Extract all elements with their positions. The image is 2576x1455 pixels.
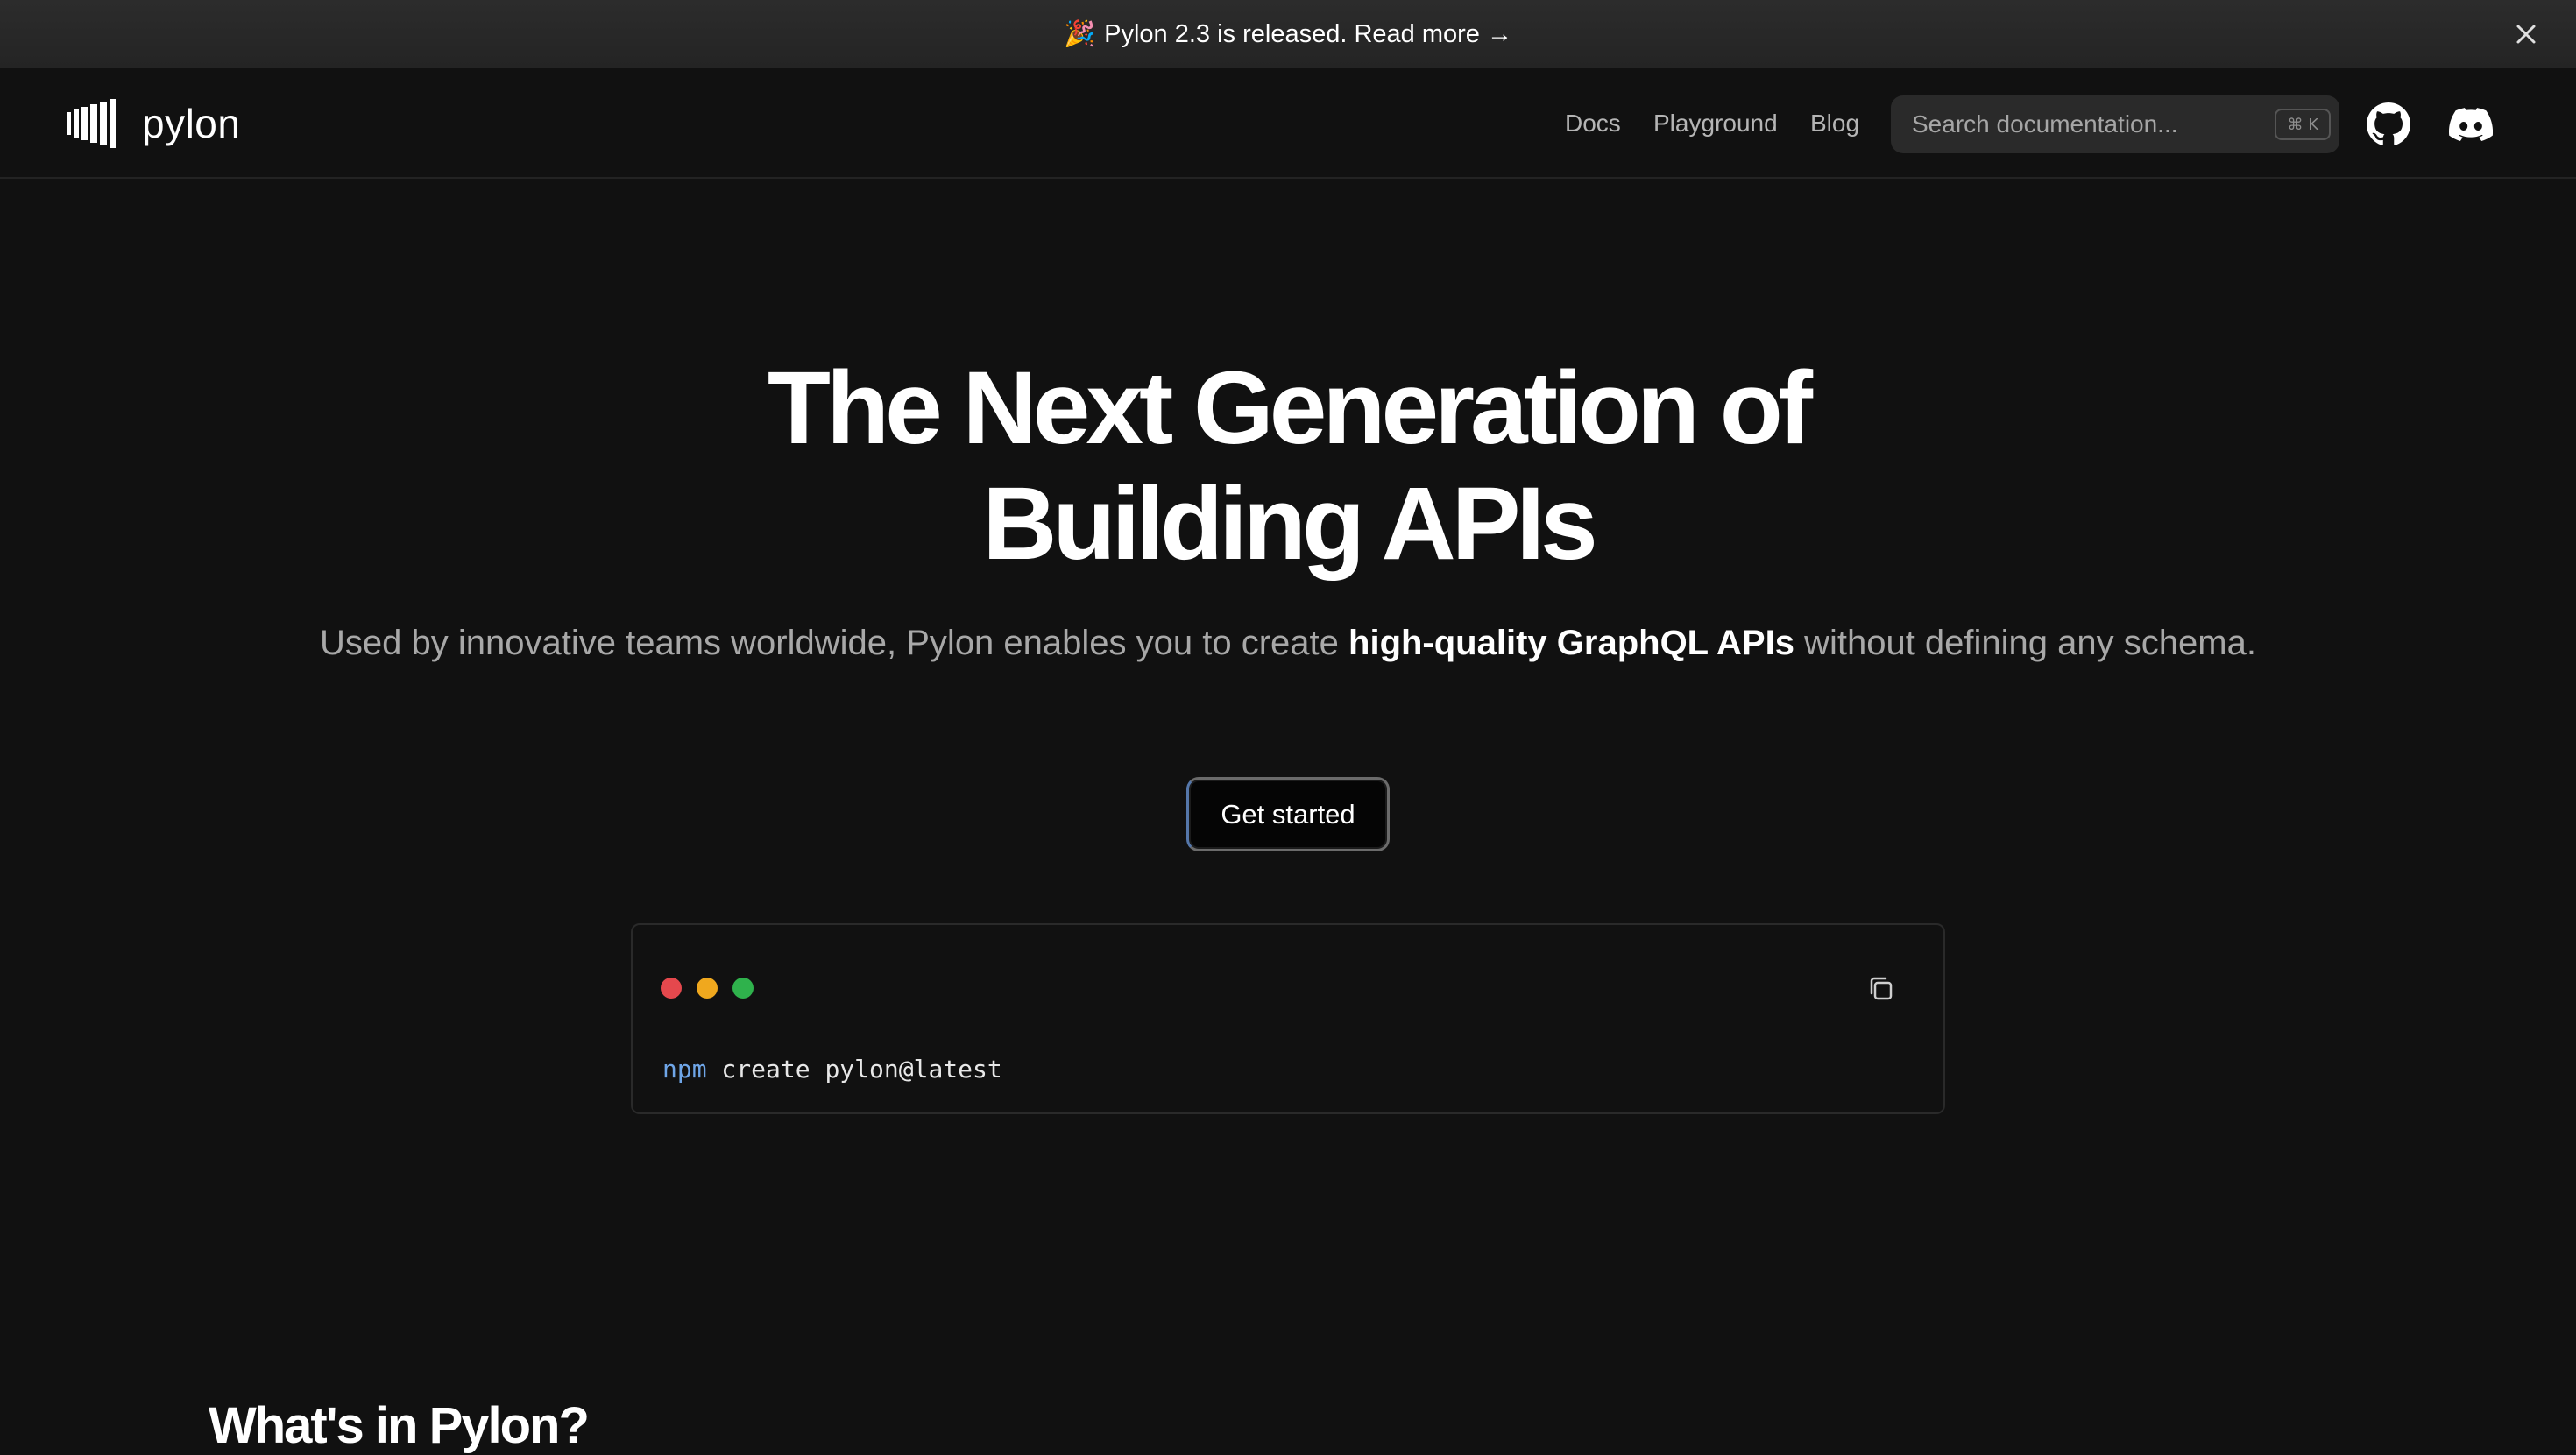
nav-blog: Blog (1810, 68, 1859, 179)
close-icon (2516, 25, 2536, 44)
hero-title-line-2: Building APIs (982, 466, 1598, 582)
hero-subtitle-part-2: without defining any schema. (1794, 624, 2256, 662)
discord-link[interactable] (2448, 102, 2494, 147)
copy-command-button[interactable] (1865, 972, 1898, 1006)
terminal-window: npm create pylon@latest (631, 923, 1945, 1114)
nav-link-blog[interactable]: Blog (1810, 109, 1859, 138)
nav-docs: Docs (1565, 68, 1621, 179)
nav-link-docs[interactable]: Docs (1565, 109, 1621, 138)
logo-text: pylon (142, 101, 241, 146)
announcement-link[interactable]: 🎉 Pylon 2.3 is released. Read more → (1064, 19, 1512, 49)
nav-link-playground[interactable]: Playground (1653, 109, 1778, 138)
site-header: pylon Docs Playground Blog ⌘ K (0, 68, 2576, 179)
window-dot-red (661, 978, 682, 999)
get-started-button[interactable]: Get started (1186, 777, 1390, 851)
hero-subtitle-part-1: Used by innovative teams worldwide, Pylo… (320, 624, 1349, 662)
search-box[interactable]: ⌘ K (1891, 95, 2339, 153)
section-title: What's in Pylon? (209, 1397, 590, 1454)
hero-subtitle-bold: high-quality GraphQL APIs (1348, 624, 1794, 662)
logo-link[interactable]: pylon (67, 95, 240, 152)
hero-subtitle: Used by innovative teams worldwide, Pylo… (0, 618, 2576, 667)
search-input[interactable] (1912, 110, 2262, 138)
close-banner-button[interactable] (2509, 18, 2543, 51)
announcement-banner: 🎉 Pylon 2.3 is released. Read more → (0, 0, 2576, 68)
github-icon (2367, 102, 2410, 145)
command-prefix: npm (662, 1055, 707, 1084)
party-icon: 🎉 (1064, 20, 1096, 48)
hero-title-line-1: The Next Generation of (767, 350, 1813, 466)
install-command: npm create pylon@latest (662, 1055, 1002, 1084)
pylon-logo-icon (67, 99, 116, 148)
search-shortcut-badge: ⌘ K (2275, 109, 2331, 140)
command-rest: create pylon@latest (706, 1055, 1002, 1084)
announcement-text: Pylon 2.3 is released. Read more → (1104, 19, 1512, 48)
discord-icon (2449, 108, 2493, 142)
github-link[interactable] (2366, 102, 2411, 147)
window-dot-yellow (697, 978, 718, 999)
hero-title: The Next Generation of Building APIs (0, 350, 2576, 582)
nav-playground: Playground (1653, 68, 1778, 179)
window-dot-green (732, 978, 754, 999)
copy-icon (1870, 977, 1893, 1000)
